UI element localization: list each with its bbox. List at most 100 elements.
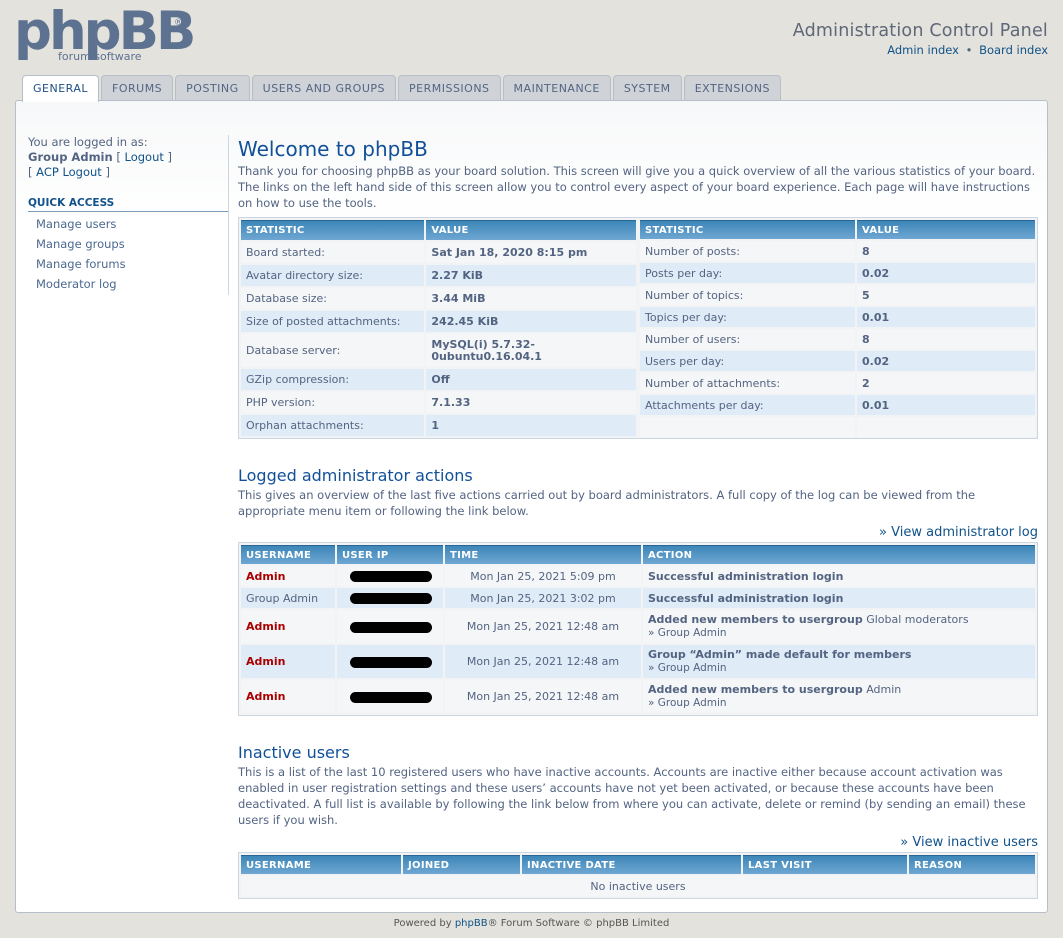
sidebar-item-manage-users[interactable]: Manage users <box>28 214 228 234</box>
stat-value: 242.45 KiB <box>426 311 636 333</box>
tab-permissions[interactable]: PERMISSIONS <box>398 75 501 101</box>
log-username-link[interactable]: Admin <box>246 690 285 703</box>
tab-general[interactable]: GENERAL <box>22 75 100 102</box>
table-row: Admin Mon Jan 25, 2021 12:48 am Group “A… <box>241 645 1035 678</box>
sidebar-item-manage-forums[interactable]: Manage forums <box>28 254 228 274</box>
logout-open-bracket: [ <box>116 150 121 164</box>
stat-value: 0.01 <box>857 395 1035 415</box>
log-action-text: Group “Admin” made default for members <box>648 648 912 661</box>
header-links: Admin index • Board index <box>887 43 1048 57</box>
column-header-last-visit: LAST VISIT <box>743 855 907 874</box>
board-index-link[interactable]: Board index <box>979 43 1048 57</box>
stat-label: Orphan attachments: <box>241 414 425 436</box>
log-action: Successful administration login <box>643 566 1035 586</box>
main-content: Welcome to phpBB Thank you for choosing … <box>238 137 1038 899</box>
footer-phpbb-link[interactable]: phpBB <box>455 918 488 929</box>
tab-extensions[interactable]: EXTENSIONS <box>683 75 781 101</box>
phpbb-logo[interactable]: phpBB forum software ® <box>14 2 196 66</box>
acp-logout-open-bracket: [ <box>28 165 33 179</box>
stat-label: Board started: <box>241 242 425 264</box>
admin-index-link[interactable]: Admin index <box>887 43 959 57</box>
welcome-heading: Welcome to phpBB <box>238 137 428 161</box>
column-header-inactive-date: INACTIVE DATE <box>522 855 741 874</box>
inactive-users-table-wrap: USERNAME JOINED INACTIVE DATE LAST VISIT… <box>238 852 1038 899</box>
tab-maintenance[interactable]: MAINTENANCE <box>502 75 611 101</box>
log-username-link[interactable]: Admin <box>246 655 285 668</box>
log-username-link[interactable]: Group Admin <box>246 592 318 605</box>
stat-value: 8 <box>857 329 1035 349</box>
page-title: Administration Control Panel <box>792 21 1048 41</box>
log-action: Successful administration login <box>643 588 1035 608</box>
main-tabs: GENERAL FORUMS POSTING USERS AND GROUPS … <box>22 75 783 102</box>
logout-link[interactable]: Logout <box>125 150 164 164</box>
empty-cell <box>640 417 855 437</box>
statistics-table-right: STATISTIC VALUE Number of posts: 8 Posts … <box>638 218 1037 439</box>
log-username-link[interactable]: Admin <box>246 570 285 583</box>
sidebar-item-moderator-log[interactable]: Moderator log <box>28 274 228 294</box>
table-row: Admin Mon Jan 25, 2021 5:09 pm Successfu… <box>241 566 1035 586</box>
stat-label: Posts per day: <box>640 263 855 283</box>
stat-label: Number of attachments: <box>640 373 855 393</box>
column-header-username: USERNAME <box>241 855 401 874</box>
main-panel: You are logged in as: Group Admin [ Logo… <box>15 100 1048 913</box>
logo-subtitle: forum software <box>58 50 142 63</box>
footer-prefix: Powered by <box>393 918 452 929</box>
acp-logout-link[interactable]: ACP Logout <box>36 165 102 179</box>
tab-posting[interactable]: POSTING <box>175 75 250 101</box>
logged-in-label: You are logged in as: <box>28 135 148 149</box>
view-inactive-users-link[interactable]: » View inactive users <box>900 835 1038 850</box>
stat-value: 0.01 <box>857 307 1035 327</box>
log-action: Added new members to usergroup Admin » G… <box>643 680 1035 713</box>
log-username-link[interactable]: Admin <box>246 620 285 633</box>
column-header-value: VALUE <box>426 220 636 240</box>
inactive-text: This is a list of the last 10 registered… <box>238 765 1026 827</box>
statistics-panel: STATISTIC VALUE Board started: Sat Jan 18… <box>238 217 1038 439</box>
redacted-ip <box>350 571 432 582</box>
stat-value: 1 <box>426 414 636 436</box>
stat-label: Size of posted attachments: <box>241 311 425 333</box>
sidebar: You are logged in as: Group Admin [ Logo… <box>28 135 228 294</box>
logs-heading: Logged administrator actions <box>238 466 473 485</box>
log-time: Mon Jan 25, 2021 12:48 am <box>445 680 641 713</box>
log-action-sub: » Group Admin <box>648 662 727 674</box>
log-action-sub: » Group Admin <box>648 697 727 709</box>
stat-label: Avatar directory size: <box>241 265 425 287</box>
quick-access-list: Manage users Manage groups Manage forums… <box>28 214 228 294</box>
sidebar-item-manage-groups[interactable]: Manage groups <box>28 234 228 254</box>
log-action-target: Admin <box>866 683 902 696</box>
quick-access-heading: QUICK ACCESS <box>28 197 228 212</box>
log-action-sub: » Group Admin <box>648 627 727 639</box>
stat-label: Number of posts: <box>640 241 855 261</box>
stat-label: GZip compression: <box>241 368 425 390</box>
redacted-ip <box>350 656 432 668</box>
redacted-ip <box>350 691 432 703</box>
inactive-heading: Inactive users <box>238 743 350 762</box>
logs-text: This gives an overview of the last five … <box>238 488 976 518</box>
stat-value: 0.02 <box>857 351 1035 371</box>
tab-users-and-groups[interactable]: USERS AND GROUPS <box>251 75 396 101</box>
column-header-time: TIME <box>445 545 641 564</box>
tab-system[interactable]: SYSTEM <box>612 75 682 101</box>
log-time: Mon Jan 25, 2021 3:02 pm <box>445 588 641 608</box>
stat-value: 3.44 MiB <box>426 288 636 310</box>
empty-cell <box>857 417 1035 437</box>
log-time: Mon Jan 25, 2021 5:09 pm <box>445 566 641 586</box>
redacted-ip <box>350 621 432 633</box>
log-action: Added new members to usergroup Global mo… <box>643 610 1035 643</box>
log-action-target: Global moderators <box>866 613 969 626</box>
stat-label: Database server: <box>241 334 425 367</box>
acp-logout-line: [ ACP Logout ] <box>28 165 228 180</box>
stat-label: Database size: <box>241 288 425 310</box>
log-action-text: Successful administration login <box>648 591 844 605</box>
logout-close-bracket: ] <box>167 150 173 164</box>
tab-forums[interactable]: FORUMS <box>101 75 174 101</box>
log-action-text: Added new members to usergroup <box>648 683 863 696</box>
acp-logout-close-bracket: ] <box>105 165 110 179</box>
logged-in-user-line: Group Admin [ Logout ] <box>28 150 228 165</box>
statistics-table-left: STATISTIC VALUE Board started: Sat Jan 18… <box>239 218 638 438</box>
column-header-username: USERNAME <box>241 545 335 564</box>
logged-in-username: Group Admin <box>28 150 113 164</box>
inactive-users-table: USERNAME JOINED INACTIVE DATE LAST VISIT… <box>239 853 1037 898</box>
view-admin-log-link[interactable]: » View administrator log <box>879 525 1038 540</box>
table-row: Admin Mon Jan 25, 2021 12:48 am Added ne… <box>241 680 1035 713</box>
